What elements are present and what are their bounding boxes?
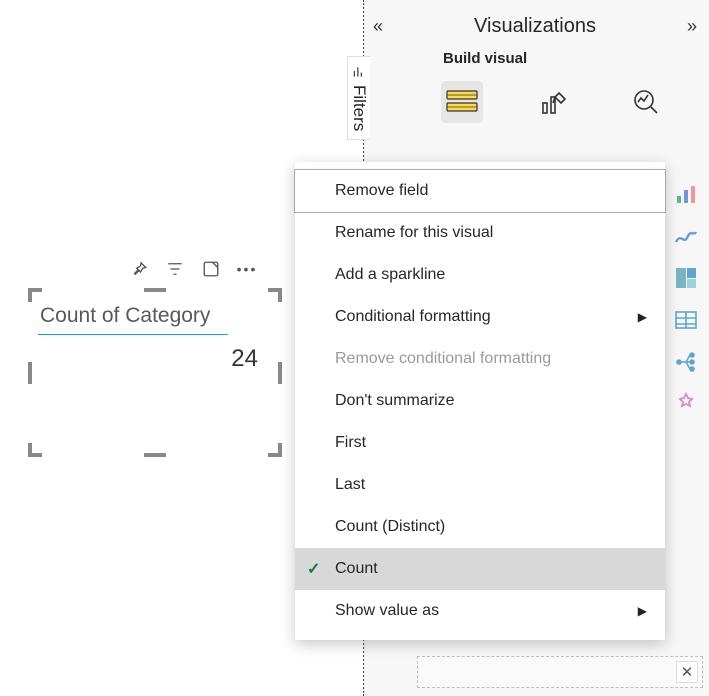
more-icon[interactable]: ••• <box>238 260 256 278</box>
decomposition-icon[interactable] <box>672 348 700 376</box>
treemap-icon[interactable] <box>672 264 700 292</box>
resize-handle[interactable] <box>268 288 282 302</box>
chevron-right-icon: ▶ <box>638 310 647 324</box>
analytics-tab[interactable] <box>625 81 667 123</box>
visualization-gallery <box>667 180 705 418</box>
visual-mode-tabs <box>365 67 709 123</box>
menu-remove-conditional-formatting: Remove conditional formatting <box>295 338 665 380</box>
chevron-right-icon: ▶ <box>638 604 647 618</box>
visual-toolbar: ••• <box>130 260 256 278</box>
format-visual-tab[interactable] <box>533 81 575 123</box>
pin-icon[interactable] <box>130 260 148 278</box>
bar-chart-icon <box>352 65 366 79</box>
menu-show-value-as[interactable]: Show value as▶ <box>295 590 665 632</box>
resize-handle[interactable] <box>28 288 42 302</box>
field-drop-area[interactable]: ✕ <box>417 656 703 688</box>
filters-collapsed-tab[interactable]: Filters <box>347 56 370 140</box>
card-label: Count of Category <box>30 290 280 334</box>
resize-handle[interactable] <box>144 288 166 292</box>
analytics-icon <box>631 87 661 117</box>
resize-handle[interactable] <box>28 362 32 384</box>
menu-count[interactable]: ✓Count <box>295 548 665 590</box>
collapse-pane-icon[interactable]: « <box>373 16 383 37</box>
menu-last[interactable]: Last <box>295 464 665 506</box>
resize-handle[interactable] <box>28 443 42 457</box>
menu-rename-for-visual[interactable]: Rename for this visual <box>295 212 665 254</box>
check-icon: ✓ <box>307 559 320 579</box>
card-value: 24 <box>30 335 280 373</box>
menu-remove-field[interactable]: Remove field <box>295 170 665 212</box>
resize-handle[interactable] <box>268 443 282 457</box>
pane-subtitle: Build visual <box>365 44 709 67</box>
menu-dont-summarize[interactable]: Don't summarize <box>295 380 665 422</box>
field-context-menu: Remove field Rename for this visual Add … <box>295 162 665 640</box>
expand-pane-icon[interactable]: » <box>687 16 697 37</box>
stacked-bar-icon[interactable] <box>672 180 700 208</box>
build-visual-tab[interactable] <box>441 81 483 123</box>
menu-count-distinct[interactable]: Count (Distinct) <box>295 506 665 548</box>
key-influencers-icon[interactable] <box>672 390 700 418</box>
menu-conditional-formatting[interactable]: Conditional formatting▶ <box>295 296 665 338</box>
pane-title: Visualizations <box>474 15 596 38</box>
resize-handle[interactable] <box>144 453 166 457</box>
card-visual[interactable]: ••• Count of Category 24 <box>30 290 280 455</box>
table-icon[interactable] <box>672 306 700 334</box>
close-icon[interactable]: ✕ <box>676 661 698 683</box>
filters-tab-label: Filters <box>349 85 369 131</box>
resize-handle[interactable] <box>278 362 282 384</box>
format-visual-icon <box>539 87 569 117</box>
menu-add-sparkline[interactable]: Add a sparkline <box>295 254 665 296</box>
menu-first[interactable]: First <box>295 422 665 464</box>
focus-icon[interactable] <box>202 260 220 278</box>
filter-icon[interactable] <box>166 260 184 278</box>
ribbon-icon[interactable] <box>672 222 700 250</box>
build-visual-icon <box>445 87 479 117</box>
